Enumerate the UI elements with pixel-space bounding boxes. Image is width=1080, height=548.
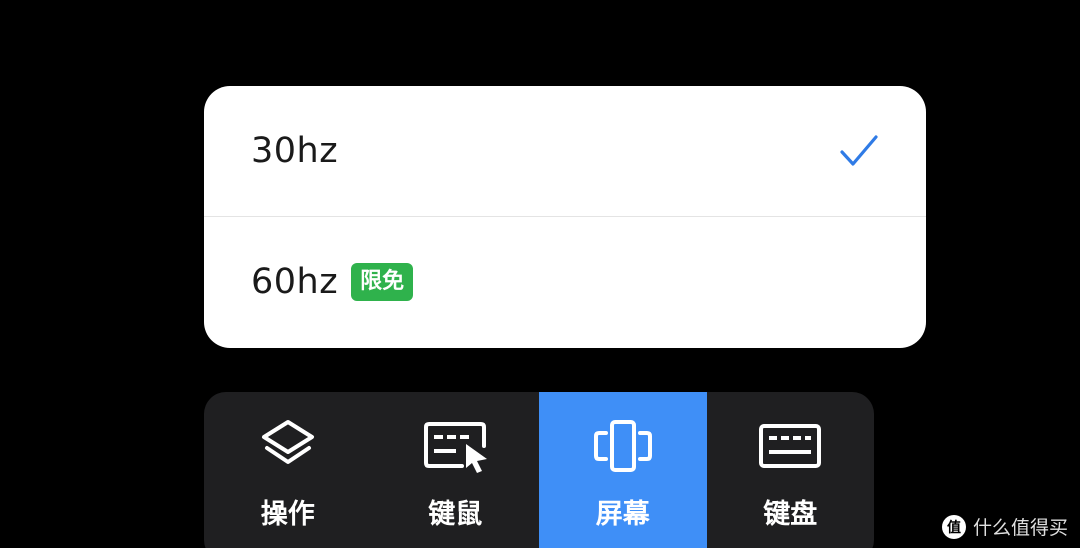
tab-keyboard[interactable]: 键盘 <box>707 392 875 548</box>
free-badge: 限免 <box>351 263 414 301</box>
watermark-logo-char: 值 <box>947 519 961 536</box>
tab-operation[interactable]: 操作 <box>204 392 372 548</box>
tab-label: 键鼠 <box>428 499 483 530</box>
watermark-logo-icon: 值 <box>941 514 966 539</box>
tab-label: 键盘 <box>763 499 818 530</box>
keyboard-icon <box>759 424 822 468</box>
option-60hz[interactable]: 60hz 限免 <box>204 217 926 347</box>
checkmark-icon <box>840 135 878 166</box>
tab-label: 操作 <box>260 499 315 530</box>
keyboard-mouse-icon <box>424 422 488 473</box>
screen-rotate-icon <box>593 420 652 472</box>
tab-screen[interactable]: 屏幕 <box>539 392 707 548</box>
tab-label: 屏幕 <box>595 499 650 530</box>
layers-icon <box>261 420 314 464</box>
watermark-text: 什么值得买 <box>972 517 1068 539</box>
option-label: 30hz <box>251 131 339 171</box>
bottom-toolbar: 操作 键鼠 屏幕 键盘 <box>204 392 874 548</box>
option-label: 60hz <box>251 262 339 302</box>
option-30hz[interactable]: 30hz <box>204 86 926 216</box>
screen: 30hz 60hz 限免 操作 键鼠 屏幕 键盘 值 什么值得买 <box>0 0 1080 548</box>
watermark: 值 什么值得买 <box>941 513 1068 540</box>
refresh-rate-menu: 30hz 60hz 限免 <box>204 86 926 348</box>
tab-keyboard-mouse[interactable]: 键鼠 <box>372 392 540 548</box>
